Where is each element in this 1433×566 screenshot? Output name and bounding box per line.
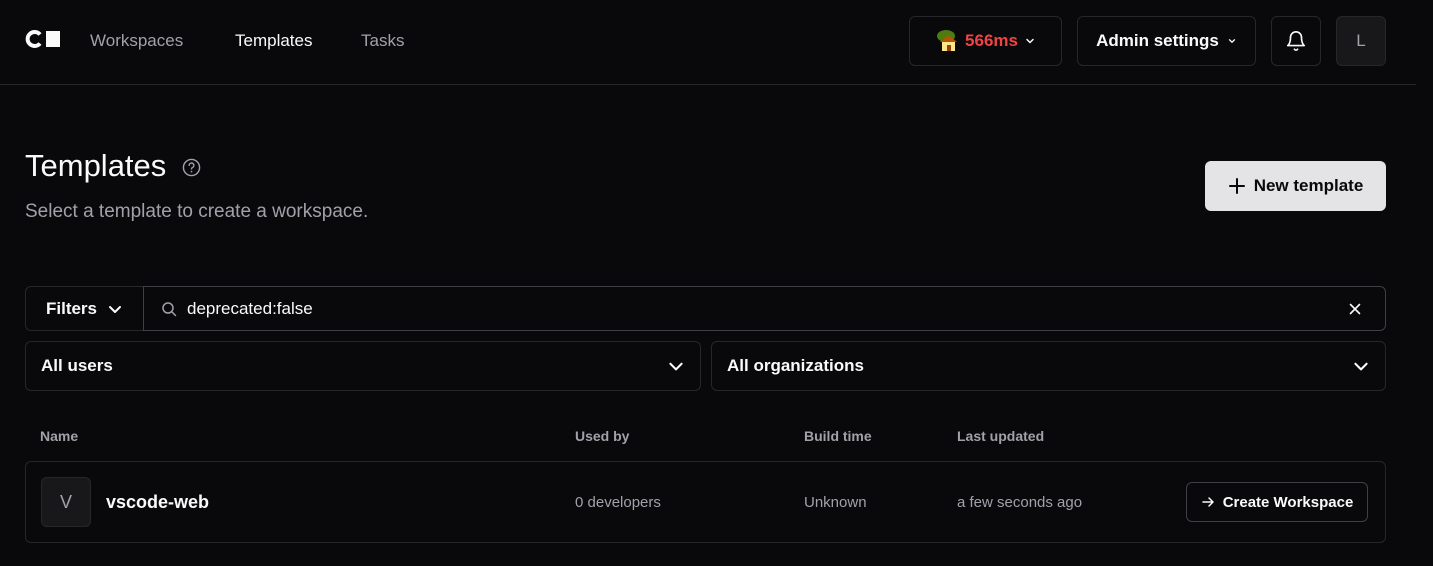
column-header-last-updated: Last updated xyxy=(957,428,1045,444)
arrow-right-icon xyxy=(1201,497,1214,507)
top-navbar: Workspaces Templates Tasks 566ms Admin s… xyxy=(0,0,1416,85)
admin-settings-button[interactable]: Admin settings xyxy=(1077,16,1256,66)
template-initial: V xyxy=(59,491,72,512)
chevron-down-icon xyxy=(669,362,683,371)
chevron-down-icon xyxy=(1228,39,1236,43)
nav-workspaces-link[interactable]: Workspaces xyxy=(90,31,183,51)
avatar-initial: L xyxy=(1356,31,1366,50)
admin-settings-label: Admin settings xyxy=(1096,31,1219,50)
filters-button[interactable]: Filters xyxy=(25,286,143,331)
column-header-used-by: Used by xyxy=(575,428,630,444)
organizations-select-value: All organizations xyxy=(727,356,864,375)
new-template-label: New template xyxy=(1253,176,1364,195)
chevron-down-icon xyxy=(1354,362,1368,371)
template-name[interactable]: vscode-web xyxy=(106,492,209,513)
coder-logo-icon[interactable] xyxy=(25,30,61,48)
chevron-down-icon xyxy=(1026,38,1034,44)
search-icon xyxy=(162,302,177,317)
users-select[interactable]: All users xyxy=(25,341,701,391)
template-row[interactable]: V vscode-web 0 developers Unknown a few … xyxy=(25,461,1386,543)
create-workspace-label: Create Workspace xyxy=(1222,493,1354,511)
region-house-icon xyxy=(937,30,958,51)
column-header-name: Name xyxy=(40,428,79,444)
template-build-time: Unknown xyxy=(804,494,867,511)
plus-icon xyxy=(1228,178,1245,194)
template-avatar: V xyxy=(41,477,91,527)
page-subtitle: Select a template to create a workspace. xyxy=(25,201,369,222)
latency-value: 566ms xyxy=(965,31,1018,50)
nav-templates-link[interactable]: Templates xyxy=(235,31,312,51)
notifications-button[interactable] xyxy=(1271,16,1321,66)
organizations-select[interactable]: All organizations xyxy=(711,341,1386,391)
template-last-updated: a few seconds ago xyxy=(957,494,1083,511)
user-avatar[interactable]: L xyxy=(1336,16,1386,66)
search-bar xyxy=(143,286,1386,331)
create-workspace-button[interactable]: Create Workspace xyxy=(1186,482,1368,522)
nav-tasks-link[interactable]: Tasks xyxy=(361,31,404,51)
search-input[interactable] xyxy=(187,297,1287,321)
bell-icon xyxy=(1286,31,1306,51)
close-icon[interactable] xyxy=(1348,302,1362,316)
page-title: Templates xyxy=(25,148,167,183)
latency-button[interactable]: 566ms xyxy=(909,16,1062,66)
filters-label: Filters xyxy=(45,298,98,318)
new-template-button[interactable]: New template xyxy=(1205,161,1386,211)
chevron-down-icon xyxy=(109,305,122,313)
template-used-by: 0 developers xyxy=(575,494,661,511)
column-header-build-time: Build time xyxy=(804,428,872,444)
help-icon[interactable] xyxy=(182,158,201,177)
users-select-value: All users xyxy=(41,356,113,375)
